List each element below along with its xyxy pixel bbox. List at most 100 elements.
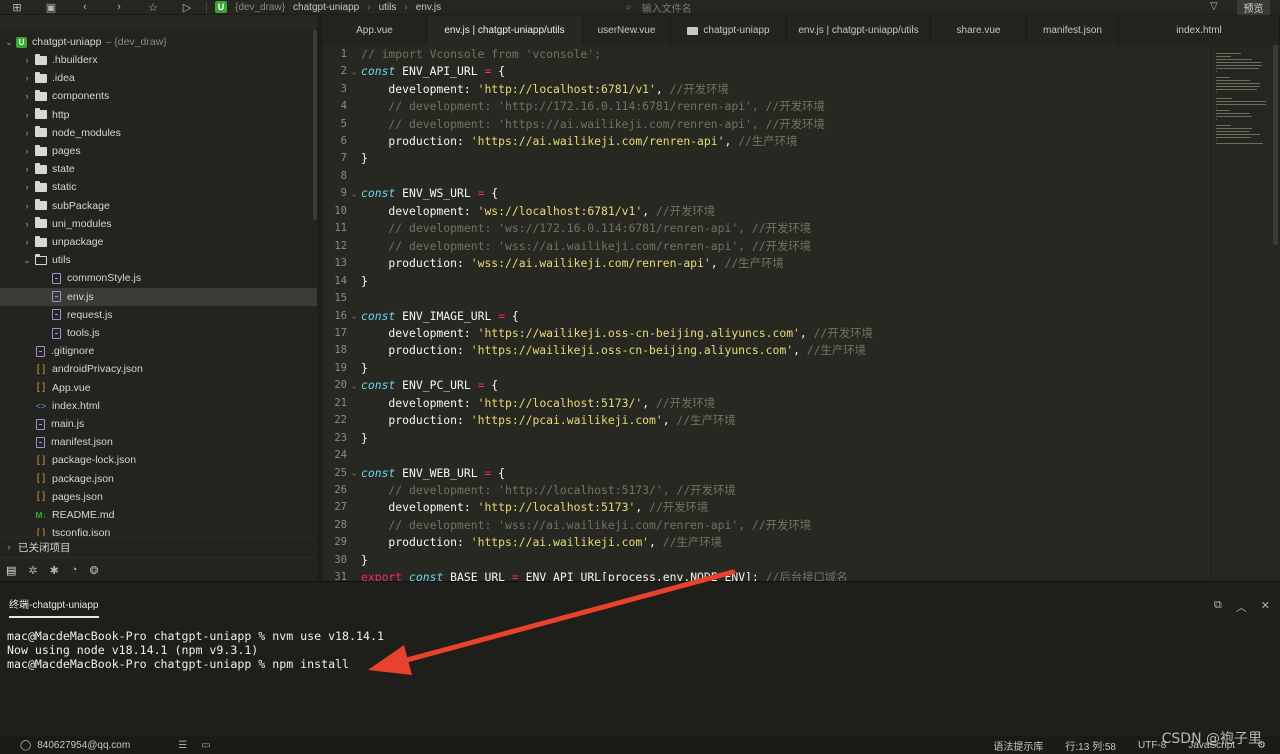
tree-item[interactable]: .gitignore	[0, 342, 317, 360]
tree-item[interactable]: manifest.json	[0, 433, 317, 451]
tree-item[interactable]: M↓ README.md	[0, 506, 317, 524]
tree-item[interactable]: [ ] tsconfig.json	[0, 524, 317, 536]
save-icon[interactable]: ▣	[34, 0, 68, 15]
tree-item[interactable]: › state	[0, 160, 317, 178]
editor-tab[interactable]: manifest.json	[1027, 16, 1119, 45]
code-line[interactable]: 22 production: 'https://pcai.wailikeji.c…	[323, 411, 1210, 429]
tree-item[interactable]: › unpackage	[0, 233, 317, 251]
tree-item[interactable]: request.js	[0, 306, 317, 324]
editor-tab[interactable]: share.vue	[931, 16, 1027, 45]
back-icon[interactable]: ‹	[68, 0, 102, 15]
tree-root[interactable]: ⌄ U chatgpt-uniapp – {dev_draw}	[0, 33, 317, 51]
chevron-right-icon[interactable]: ›	[22, 146, 32, 156]
code-line[interactable]: 7}	[323, 150, 1210, 168]
fold-toggle-icon[interactable]: ⌄	[347, 468, 361, 477]
code-line[interactable]: 26 // development: 'http://localhost:517…	[323, 481, 1210, 499]
terminal-output[interactable]: mac@MacdeMacBook-Pro chatgpt-uniapp % nv…	[7, 629, 384, 671]
breadcrumb-file[interactable]: env.js	[416, 2, 441, 13]
code-line[interactable]: 20 ⌄ const ENV_PC_URL = {	[323, 377, 1210, 395]
git-icon[interactable]: ◔	[71, 564, 78, 576]
star-icon[interactable]: ☆	[136, 0, 170, 15]
new-file-icon[interactable]: ⊞	[0, 0, 34, 15]
plugin-icon[interactable]: ❂	[90, 564, 99, 577]
code-line[interactable]: 18 production: 'https://wailikeji.oss-cn…	[323, 342, 1210, 360]
breadcrumb-folder[interactable]: utils	[379, 2, 397, 13]
code-line[interactable]: 27 development: 'http://localhost:5173',…	[323, 499, 1210, 517]
chevron-right-icon[interactable]: ›	[22, 201, 32, 211]
chevron-right-icon[interactable]: ›	[22, 128, 32, 138]
bug-icon[interactable]: ✲	[28, 564, 37, 577]
editor-scrollbar[interactable]	[1273, 45, 1278, 245]
code-line[interactable]: 13 production: 'wss://ai.wailikeji.com/r…	[323, 254, 1210, 272]
tree-item[interactable]: [ ] package-lock.json	[0, 451, 317, 469]
editor-tab[interactable]: env.js | chatgpt-uniapp/utils	[427, 16, 583, 45]
code-line[interactable]: 21 development: 'http://localhost:5173/'…	[323, 394, 1210, 412]
explorer-icon[interactable]: ▤	[6, 564, 16, 577]
chevron-right-icon[interactable]: ›	[22, 237, 32, 247]
code-line[interactable]: 8	[323, 167, 1210, 185]
tree-item[interactable]: › .idea	[0, 69, 317, 87]
cursor-position[interactable]: 行:13 列:58	[1065, 738, 1116, 753]
forward-icon[interactable]: ›	[102, 0, 136, 15]
run-icon[interactable]: ▷	[170, 0, 204, 15]
preview-button[interactable]: 预览	[1237, 0, 1270, 15]
code-line[interactable]: 4 // development: 'http://172.16.0.114:6…	[323, 97, 1210, 115]
terminal-tab[interactable]: 终端-chatgpt-uniapp	[9, 596, 99, 618]
code-line[interactable]: 1 // import Vconsole from 'vconsole';	[323, 45, 1210, 63]
closed-projects[interactable]: › 已关闭项目	[0, 538, 317, 556]
chevron-right-icon[interactable]: ›	[22, 164, 32, 174]
breadcrumb-workspace[interactable]: {dev_draw}	[235, 2, 285, 13]
code-line[interactable]: 25 ⌄ const ENV_WEB_URL = {	[323, 464, 1210, 482]
code-line[interactable]: 11 // development: 'ws://172.16.0.114:67…	[323, 220, 1210, 238]
code-line[interactable]: 19}	[323, 359, 1210, 377]
code-line[interactable]: 12 // development: 'wss://ai.wailikeji.c…	[323, 237, 1210, 255]
editor-tab[interactable]: env.js | chatgpt-uniapp/utils	[787, 16, 931, 45]
chevron-right-icon[interactable]: ›	[22, 55, 32, 65]
tree-item[interactable]: tools.js	[0, 324, 317, 342]
code-line[interactable]: 5 // development: 'https://ai.wailikeji.…	[323, 115, 1210, 133]
code-editor[interactable]: 1// import Vconsole from 'vconsole'; 2 ⌄ co…	[323, 45, 1210, 581]
editor-tab[interactable]: userNew.vue	[583, 16, 671, 45]
tree-item[interactable]: › pages	[0, 142, 317, 160]
code-line[interactable]: 23}	[323, 429, 1210, 447]
editor-tab[interactable]: App.vue	[323, 16, 427, 45]
code-line[interactable]: 3 development: 'http://localhost:6781/v1…	[323, 80, 1210, 98]
collapse-icon[interactable]: ︿	[1236, 599, 1247, 615]
account-email[interactable]: 840627954@qq.com	[37, 740, 130, 751]
tree-item[interactable]: ⌄ utils	[0, 251, 317, 269]
file-search[interactable]: ⌕ 输入文件名	[626, 0, 692, 15]
code-line[interactable]: 16 ⌄ const ENV_IMAGE_URL = {	[323, 307, 1210, 325]
chevron-down-icon[interactable]: ⌄	[22, 255, 32, 266]
code-line[interactable]: 10 development: 'ws://localhost:6781/v1'…	[323, 202, 1210, 220]
tree-item[interactable]: main.js	[0, 415, 317, 433]
editor-tab[interactable]: chatgpt-uniapp	[671, 16, 787, 45]
chevron-right-icon[interactable]: ›	[4, 542, 14, 552]
tree-item[interactable]: › http	[0, 106, 317, 124]
tree-item[interactable]: › static	[0, 178, 317, 196]
chevron-right-icon[interactable]: ›	[22, 73, 32, 83]
console-icon[interactable]: ▭	[201, 740, 210, 751]
search-input-placeholder[interactable]: 输入文件名	[642, 0, 692, 15]
close-terminal-icon[interactable]: ✕	[1261, 599, 1270, 615]
fold-toggle-icon[interactable]: ⌄	[347, 311, 361, 320]
chevron-down-icon[interactable]: ⌄	[4, 37, 14, 48]
code-line[interactable]: 24	[323, 446, 1210, 464]
list-icon[interactable]: ☰	[178, 740, 187, 751]
debug-icon[interactable]: ✱	[50, 564, 59, 577]
tree-item[interactable]: [ ] androidPrivacy.json	[0, 360, 317, 378]
chevron-right-icon[interactable]: ›	[22, 182, 32, 192]
code-line[interactable]: 6 production: 'https://ai.wailikeji.com/…	[323, 132, 1210, 150]
code-line[interactable]: 17 development: 'https://wailikeji.oss-c…	[323, 324, 1210, 342]
tree-item[interactable]: env.js	[0, 287, 317, 306]
code-line[interactable]: 9 ⌄ const ENV_WS_URL = {	[323, 185, 1210, 203]
fold-toggle-icon[interactable]: ⌄	[347, 67, 361, 76]
chevron-right-icon[interactable]: ›	[22, 110, 32, 120]
tree-item[interactable]: › node_modules	[0, 124, 317, 142]
code-line[interactable]: 2 ⌄ const ENV_API_URL = {	[323, 62, 1210, 80]
chevron-right-icon[interactable]: ›	[22, 219, 32, 229]
tree-item[interactable]: › .hbuilderx	[0, 51, 317, 69]
tree-item[interactable]: [ ] pages.json	[0, 488, 317, 506]
tree-item[interactable]: commonStyle.js	[0, 269, 317, 287]
tree-item[interactable]: [ ] package.json	[0, 470, 317, 488]
fold-toggle-icon[interactable]: ⌄	[347, 189, 361, 198]
